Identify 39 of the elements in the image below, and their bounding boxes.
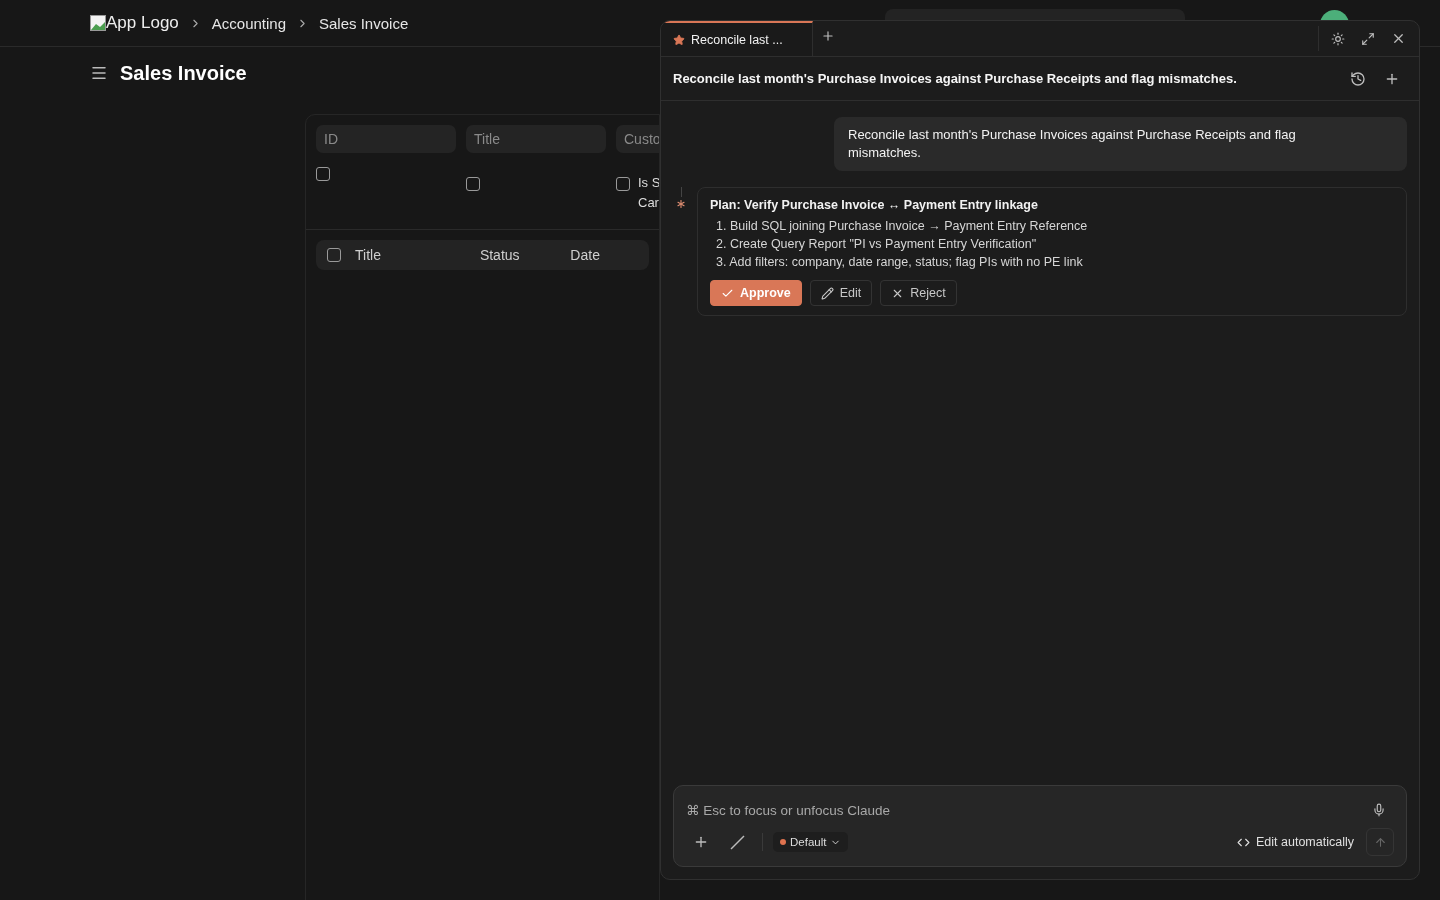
mode-dropdown[interactable]: Default [773, 832, 849, 852]
filter-checkbox[interactable] [616, 177, 630, 191]
edit-mode-button[interactable]: Edit automatically [1231, 835, 1360, 849]
column-header: Date [570, 247, 601, 263]
filter-field[interactable]: Title [466, 125, 606, 153]
chat-title: Reconcile last month's Purchase Invoices against Purchase Receipts and flag mismatches. [673, 71, 1238, 86]
broken-image-icon [90, 15, 106, 31]
checkbox-label: Is S Car [638, 174, 659, 212]
plan-step: 2. Create Query Report "PI vs Payment Entry Verification" [710, 235, 1394, 253]
plan-title: Plan: Verify Purchase Invoice ↔ Payment Entry linkage [710, 198, 1039, 212]
star-icon [673, 33, 685, 46]
sun-icon [1331, 31, 1345, 46]
history-icon [1350, 70, 1366, 87]
filter-checkbox[interactable] [316, 167, 330, 181]
arrow-up-icon [1373, 835, 1387, 849]
breadcrumb-link[interactable]: Accounting [211, 14, 286, 32]
reject-button[interactable]: Reject [880, 280, 957, 306]
asterisk-icon [674, 197, 688, 211]
user-message: Reconcile last month's Purchase Invoices against Purchase Receipts and flag mismatches. [834, 117, 1407, 171]
filter-field[interactable]: ID [316, 125, 456, 153]
broken-logo-image[interactable]: App Logo [90, 13, 179, 33]
microphone-icon [1372, 803, 1386, 817]
message-input[interactable]: ⌘ Esc to focus or unfocus Claude [686, 802, 1356, 818]
pencil-icon [820, 286, 834, 300]
expand-icon [1361, 31, 1375, 46]
filter-checkbox[interactable] [466, 177, 480, 191]
slash-icon [729, 834, 745, 850]
plus-icon [821, 29, 835, 43]
breadcrumb-link[interactable]: Sales Invoice [319, 14, 409, 32]
plus-icon [693, 834, 709, 850]
edit-button[interactable]: Edit [809, 280, 873, 306]
menu-icon[interactable] [90, 64, 108, 82]
column-header: Status [479, 247, 521, 263]
chat-tab[interactable]: Reconcile last ... [661, 21, 813, 56]
select-all-checkbox[interactable] [327, 248, 341, 262]
plan-step: 3. Add filters: company, date range, status; flag PIs with no PE link [710, 253, 1394, 271]
column-header: Title [355, 247, 382, 263]
page-title: Sales Invoice [120, 61, 247, 85]
plan-step: 1. Build SQL joining Purchase Invoice → Payment Entry Reference [710, 217, 1394, 235]
